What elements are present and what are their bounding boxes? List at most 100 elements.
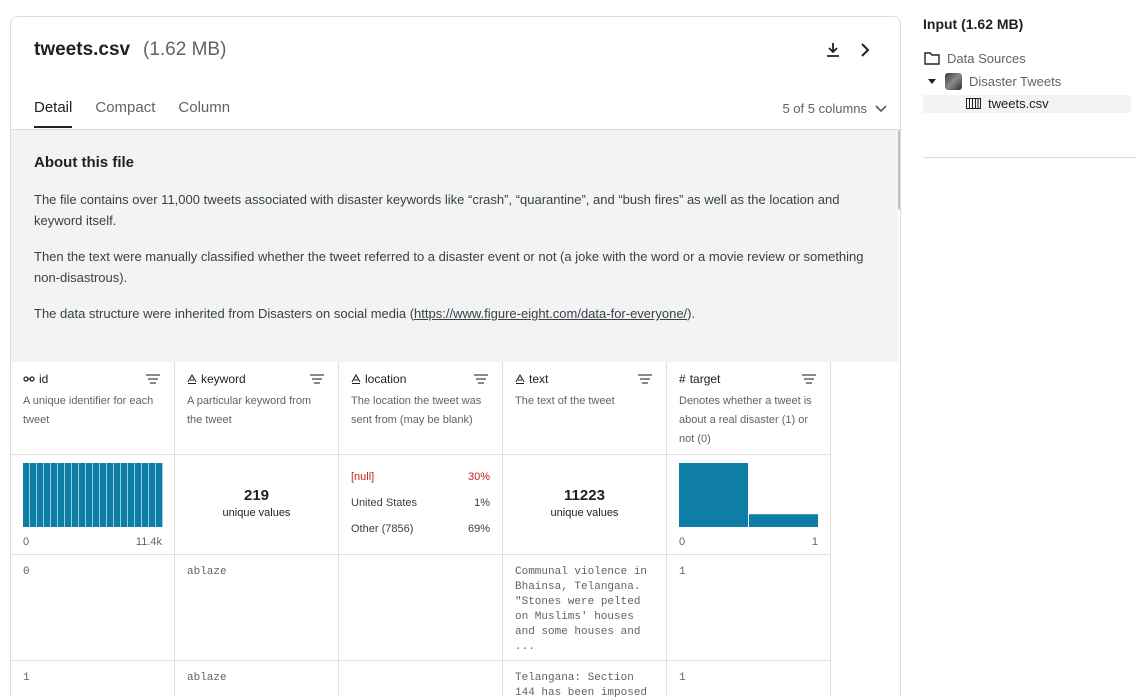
string-icon (187, 374, 197, 384)
file-size: (1.62 MB) (143, 39, 227, 60)
unique-values-summary: 219 unique values (187, 463, 326, 519)
table-cell[interactable] (339, 555, 502, 661)
histogram-bar[interactable] (679, 463, 748, 527)
column-description: The location the tweet was sent from (ma… (351, 395, 482, 426)
sort-icon[interactable] (310, 374, 324, 384)
histogram-bar[interactable] (58, 463, 65, 527)
chevron-right-icon[interactable] (856, 39, 874, 61)
sort-icon[interactable] (638, 374, 652, 384)
column-selector[interactable]: 5 of 5 columns (782, 101, 887, 116)
column-text: text The text of the tweet 11223 unique … (503, 362, 667, 697)
input-title: Input (1.62 MB) (923, 16, 1024, 32)
data-sources-label: Data Sources (947, 51, 1026, 66)
histogram-bar[interactable] (128, 463, 135, 527)
table-cell[interactable] (339, 661, 502, 697)
histogram-bar[interactable] (79, 463, 86, 527)
unique-label: unique values (222, 507, 291, 519)
table-cell[interactable]: 1 (667, 661, 830, 697)
histogram-bar[interactable] (749, 514, 818, 527)
tab-detail[interactable]: Detail (34, 99, 73, 128)
histogram-bar[interactable] (72, 463, 79, 527)
column-header[interactable]: id A unique identifier for each tweet (11, 362, 174, 455)
column-description: Denotes whether a tweet is about a real … (679, 395, 812, 445)
histogram-bar[interactable] (37, 463, 44, 527)
histogram-bar[interactable] (121, 463, 128, 527)
about-paragraph-2: Then the text were manually classified w… (34, 249, 864, 285)
histogram-bar[interactable] (30, 463, 37, 527)
download-icon[interactable] (824, 39, 842, 61)
histogram-axis: 0 11.4k (23, 536, 162, 548)
view-tabs: Detail Compact Column (34, 99, 230, 128)
histogram-bar[interactable] (93, 463, 100, 527)
column-target: # target Denotes whether a tweet is abou… (667, 362, 831, 697)
sort-icon[interactable] (146, 374, 160, 384)
histogram-axis: 0 1 (679, 536, 818, 548)
histogram-bar[interactable] (86, 463, 93, 527)
source-link[interactable]: https://www.figure-eight.com/data-for-ev… (414, 306, 687, 321)
key-icon (23, 376, 35, 382)
axis-max: 1 (811, 536, 818, 548)
column-description: A unique identifier for each tweet (23, 395, 154, 426)
unique-count: 11223 (564, 487, 605, 504)
value-row: [null] 30% (351, 471, 490, 483)
histogram-bar[interactable] (100, 463, 107, 527)
about-scrollbar[interactable] (898, 130, 900, 210)
histogram-bar[interactable] (44, 463, 51, 527)
dataset-thumbnail (945, 73, 962, 90)
table-cell[interactable]: Communal violence in Bhainsa, Telangana.… (503, 555, 666, 661)
dataset-item[interactable]: Disaster Tweets (928, 73, 1061, 90)
data-grid: id A unique identifier for each tweet 0 … (11, 362, 831, 697)
sort-icon[interactable] (802, 374, 816, 384)
table-cell[interactable]: 1 (11, 661, 174, 697)
axis-min: 0 (679, 536, 686, 548)
histogram-bar[interactable] (51, 463, 58, 527)
column-selector-label: 5 of 5 columns (782, 101, 867, 116)
histogram-bar[interactable] (156, 463, 163, 527)
tab-column[interactable]: Column (178, 99, 230, 128)
histogram-bar[interactable] (23, 463, 30, 527)
about-paragraph-3: The data structure were inherited from D… (34, 303, 875, 324)
data-sources-item[interactable]: Data Sources (924, 51, 1026, 66)
table-cell[interactable]: 0 (11, 555, 174, 661)
column-name: keyword (201, 372, 246, 386)
tab-compact[interactable]: Compact (95, 99, 155, 128)
column-header[interactable]: keyword A particular keyword from the tw… (175, 362, 338, 455)
column-header[interactable]: text The text of the tweet (503, 362, 666, 455)
column-keyword: keyword A particular keyword from the tw… (175, 362, 339, 697)
unique-values-summary: 11223 unique values (515, 463, 654, 519)
column-histogram: 0 1 (667, 455, 830, 555)
column-name-wrap: location (351, 372, 490, 386)
folder-icon (924, 52, 940, 65)
histogram-bar[interactable] (65, 463, 72, 527)
column-location: location The location the tweet was sent… (339, 362, 503, 697)
file-item[interactable]: tweets.csv (966, 96, 1049, 111)
column-histogram: 0 11.4k (11, 455, 174, 555)
number-icon: # (679, 372, 686, 386)
column-name: text (529, 372, 549, 386)
histogram-bar[interactable] (114, 463, 121, 527)
histogram-chart (679, 463, 818, 527)
histogram-bar[interactable] (142, 463, 149, 527)
string-icon (515, 374, 525, 384)
histogram-bar[interactable] (149, 463, 156, 527)
table-cell[interactable]: ablaze (175, 555, 338, 661)
column-summary: 219 unique values (175, 455, 338, 555)
unique-count: 219 (243, 487, 270, 504)
string-icon (351, 374, 361, 384)
about-heading: About this file (34, 154, 134, 171)
header-actions (824, 39, 874, 61)
about-p3-prefix: The data structure were inherited from D… (34, 306, 415, 321)
column-name-wrap: keyword (187, 372, 326, 386)
histogram-bar[interactable] (107, 463, 114, 527)
column-header[interactable]: location The location the tweet was sent… (339, 362, 502, 455)
about-p3-suffix: ). (687, 306, 696, 321)
column-description: A particular keyword from the tweet (187, 395, 312, 426)
column-header[interactable]: # target Denotes whether a tweet is abou… (667, 362, 830, 455)
value-percent: 30% (467, 471, 490, 483)
caret-down-icon[interactable] (928, 78, 936, 85)
histogram-bar[interactable] (135, 463, 142, 527)
table-cell[interactable]: ablaze (175, 661, 338, 697)
sort-icon[interactable] (474, 374, 488, 384)
table-cell[interactable]: Telangana: Section 144 has been imposed (503, 661, 666, 697)
table-cell[interactable]: 1 (667, 555, 830, 661)
